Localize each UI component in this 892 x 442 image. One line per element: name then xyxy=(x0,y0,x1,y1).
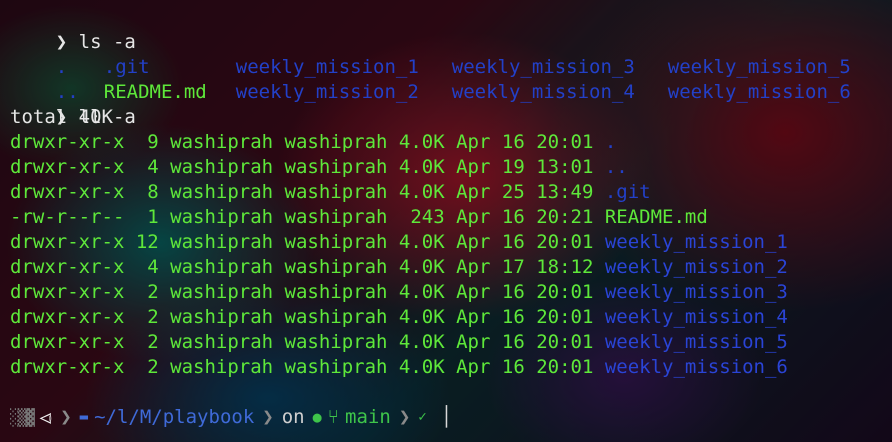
terminal-output[interactable]: ❯ ls -a . .git weekly_mission_1 weekly_miss… xyxy=(10,5,892,380)
file-name: weekly_mission_3 xyxy=(604,281,788,303)
file-name: .git xyxy=(604,181,651,203)
file-meta: drwxr-xr-x 2 washiprah washiprah 4.0K Ap… xyxy=(10,331,605,353)
file-name: weekly_mission_4 xyxy=(604,306,788,328)
file-name: weekly_mission_5 xyxy=(604,331,788,353)
ll-row: drwxr-xr-x 12 washiprah washiprah 4.0K A… xyxy=(10,230,892,255)
file-meta: drwxr-xr-x 9 washiprah washiprah 4.0K Ap… xyxy=(10,131,605,153)
ll-row: -rw-r--r-- 1 washiprah washiprah 243 Apr… xyxy=(10,205,892,230)
ls-row: . .git weekly_mission_1 weekly_mission_3 wee… xyxy=(10,30,892,78)
ll-row: drwxr-xr-x 4 washiprah washiprah 4.0K Ap… xyxy=(10,255,892,280)
segment-separator: ❯ xyxy=(398,406,411,428)
on-label: on xyxy=(281,406,305,428)
file-meta: drwxr-xr-x 2 washiprah washiprah 4.0K Ap… xyxy=(10,281,605,303)
ll-row: drwxr-xr-x 2 washiprah washiprah 4.0K Ap… xyxy=(10,305,892,330)
current-path: ~/l/M/playbook xyxy=(94,406,255,428)
segment-separator: ❯ xyxy=(60,406,72,428)
prompt-line: ❯ ls -a xyxy=(10,5,892,53)
text-cursor[interactable]: │ xyxy=(441,406,452,428)
prompt-statusbar: ░▒▓ ⏿ ❯ ▬ ~/l/M/playbook ❯ on ● ⑂ main ❯… xyxy=(10,405,610,429)
file-name: .. xyxy=(604,156,628,178)
file-meta: drwxr-xr-x 4 washiprah washiprah 4.0K Ap… xyxy=(10,156,605,178)
ll-row: drwxr-xr-x 9 washiprah washiprah 4.0K Ap… xyxy=(10,130,892,155)
ll-row: drwxr-xr-x 2 washiprah washiprah 4.0K Ap… xyxy=(10,355,892,380)
ll-row: drwxr-xr-x 2 washiprah washiprah 4.0K Ap… xyxy=(10,280,892,305)
github-icon: ● xyxy=(312,408,322,426)
total-text: total 40K xyxy=(10,106,113,128)
ll-row: drwxr-xr-x 2 washiprah washiprah 4.0K Ap… xyxy=(10,330,892,355)
prompt-line: ❯ ll -a xyxy=(10,80,892,128)
total-line: total 40K xyxy=(10,105,892,130)
ll-row: drwxr-xr-x 8 washiprah washiprah 4.0K Ap… xyxy=(10,180,892,205)
ll-row: drwxr-xr-x 4 washiprah washiprah 4.0K Ap… xyxy=(10,155,892,180)
file-name: weekly_mission_6 xyxy=(604,356,788,378)
file-name: README.md xyxy=(604,206,708,228)
statusbar-dots: ░▒▓ xyxy=(10,407,35,427)
os-icon: ⏿ xyxy=(38,406,53,428)
file-meta: drwxr-xr-x 4 washiprah washiprah 4.0K Ap… xyxy=(10,256,605,278)
ls-row: .. README.md weekly_mission_2 weekly_missio… xyxy=(10,55,892,103)
git-branch: main xyxy=(345,406,391,428)
file-meta: -rw-r--r-- 1 washiprah washiprah 243 Apr… xyxy=(10,206,605,228)
check-icon: ✓ xyxy=(418,409,427,425)
folder-icon: ▬ xyxy=(79,409,89,425)
file-name: weekly_mission_1 xyxy=(604,231,788,253)
segment-separator: ❯ xyxy=(262,406,274,428)
file-meta: drwxr-xr-x 2 washiprah washiprah 4.0K Ap… xyxy=(10,306,605,328)
file-name: . xyxy=(604,131,617,153)
file-meta: drwxr-xr-x 8 washiprah washiprah 4.0K Ap… xyxy=(10,181,605,203)
file-name: weekly_mission_2 xyxy=(604,256,788,278)
file-meta: drwxr-xr-x 2 washiprah washiprah 4.0K Ap… xyxy=(10,356,605,378)
file-meta: drwxr-xr-x 12 washiprah washiprah 4.0K A… xyxy=(10,231,605,253)
git-branch-icon: ⑂ xyxy=(327,406,340,428)
